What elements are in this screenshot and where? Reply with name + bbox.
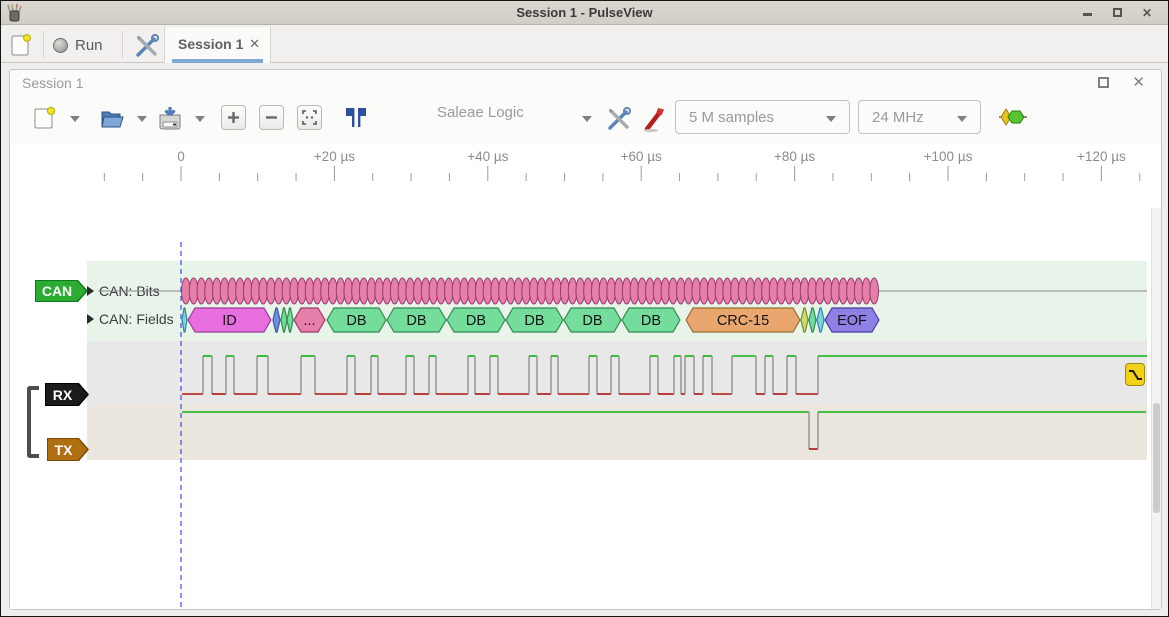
wrench-screwdriver-icon: [133, 32, 161, 60]
sample-count-arrow: [826, 116, 836, 122]
main-toolbar: Run Session 1 ✕: [1, 26, 1168, 63]
zoom-fit-icon: [298, 106, 321, 129]
ruler-label: +120 µs: [1077, 149, 1126, 164]
vertical-scrollbar-thumb[interactable]: [1153, 403, 1160, 513]
channel-tag-tx[interactable]: TX: [47, 438, 89, 461]
active-tab-indicator: [172, 59, 263, 63]
zoom-in-icon: [222, 106, 245, 129]
ruler-label: 0: [177, 149, 185, 164]
pulseview-window: Session 1 - PulseView ✕ Run Se: [0, 0, 1169, 617]
flags-icon: [342, 105, 369, 131]
save-button[interactable]: [157, 105, 183, 131]
tab-label: Session 1: [178, 36, 243, 52]
ruler-label: +40 µs: [467, 149, 508, 164]
open-button[interactable]: [99, 105, 125, 131]
add-decoder-button[interactable]: [998, 105, 1024, 131]
new-session-button[interactable]: [9, 32, 35, 58]
wrench-screwdriver-icon: [605, 105, 633, 133]
ruler-label: +100 µs: [924, 149, 973, 164]
zoom-out-button[interactable]: [259, 105, 284, 130]
toolbar-separator: [122, 31, 123, 58]
panel-close-button[interactable]: ✕: [1132, 73, 1145, 91]
minimize-button[interactable]: [1080, 6, 1094, 20]
device-config-button[interactable]: [605, 105, 631, 131]
expand-arrow-bits[interactable]: [87, 286, 94, 296]
session-panel: Session 1 ✕: [9, 69, 1162, 610]
device-dropdown-arrow[interactable]: [582, 116, 592, 122]
save-icon: [157, 105, 183, 131]
tab-close-icon[interactable]: ✕: [249, 36, 260, 52]
show-decoders-button[interactable]: [342, 105, 368, 131]
save-dropdown-arrow[interactable]: [195, 116, 205, 122]
session-toolbar: Saleae Logic 5 M samples: [10, 96, 1161, 144]
new-file-dropdown-arrow[interactable]: [70, 116, 80, 122]
toolbar-separator: [43, 31, 44, 58]
add-decoder-icon: [998, 105, 1028, 129]
trace-view[interactable]: 0+20 µs+40 µs+60 µs+80 µs+100 µs+120 µs …: [10, 144, 1161, 609]
decoder-tag-can[interactable]: CAN: [35, 280, 88, 302]
zoom-fit-button[interactable]: [297, 105, 322, 130]
open-dropdown-arrow[interactable]: [137, 116, 147, 122]
titlebar: Session 1 - PulseView ✕: [1, 1, 1168, 25]
device-select[interactable]: Saleae Logic: [437, 104, 524, 122]
sample-rate-combo[interactable]: 24 MHz: [858, 100, 981, 134]
ruler-label: +80 µs: [774, 149, 815, 164]
zoom-in-button[interactable]: [221, 105, 246, 130]
tab-session-1[interactable]: Session 1 ✕: [164, 27, 271, 63]
run-label: Run: [75, 37, 103, 54]
decoder-band: [87, 261, 1147, 341]
rx-band: [87, 341, 1147, 405]
row-label-can-fields[interactable]: CAN: Fields: [99, 311, 174, 327]
close-button[interactable]: ✕: [1140, 6, 1154, 20]
sample-count-value: 5 M samples: [689, 109, 774, 126]
open-folder-icon: [99, 105, 125, 131]
window-title: Session 1 - PulseView: [1, 5, 1168, 20]
time-ruler: 0 +20 µs +40 µs +60 µs +80 µs +100 µs +120 µs: [10, 144, 1161, 174]
tx-band: [87, 405, 1147, 460]
new-file-button[interactable]: [32, 105, 58, 131]
vertical-scrollbar[interactable]: [1151, 208, 1161, 609]
run-state-icon: [53, 38, 68, 53]
panel-title: Session 1: [22, 75, 83, 91]
sample-rate-value: 24 MHz: [872, 109, 924, 126]
trigger-marker-falling-edge[interactable]: [1125, 363, 1145, 386]
channels-button[interactable]: [641, 105, 667, 131]
new-file-icon: [32, 105, 56, 131]
device-name: Saleae Logic: [437, 104, 524, 121]
new-file-icon: [9, 32, 33, 58]
probe-icon: [641, 105, 668, 133]
sample-count-combo[interactable]: 5 M samples: [675, 100, 850, 134]
run-button[interactable]: Run: [53, 32, 103, 58]
sample-rate-arrow: [957, 116, 967, 122]
row-label-can-bits[interactable]: CAN: Bits: [99, 283, 160, 299]
expand-arrow-fields[interactable]: [87, 314, 94, 324]
ruler-label: +20 µs: [314, 149, 355, 164]
ruler-label: +60 µs: [621, 149, 662, 164]
settings-button[interactable]: [133, 32, 161, 60]
maximize-button[interactable]: [1110, 6, 1124, 20]
panel-float-button[interactable]: [1098, 77, 1109, 88]
channel-tag-rx[interactable]: RX: [45, 383, 89, 406]
zoom-out-icon: [260, 106, 283, 129]
channel-group-bracket: [27, 386, 39, 458]
